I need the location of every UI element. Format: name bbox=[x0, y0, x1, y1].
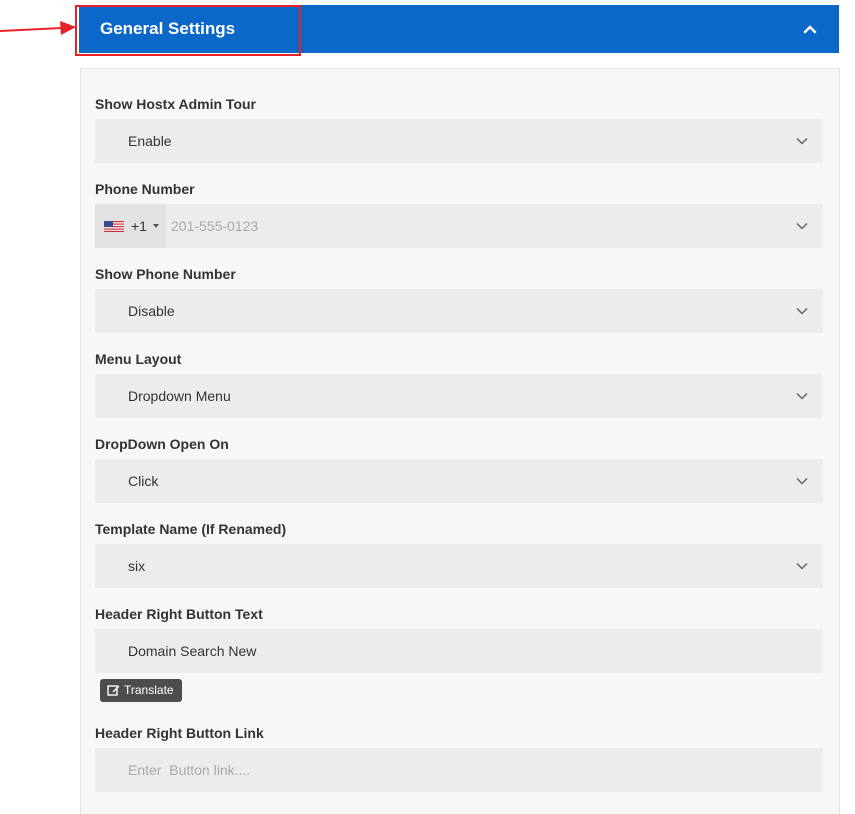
chevron-up-icon[interactable] bbox=[801, 20, 819, 38]
template-name-select[interactable]: six bbox=[95, 544, 823, 588]
chevron-down-icon bbox=[796, 477, 808, 485]
dropdown-open-label: DropDown Open On bbox=[95, 436, 229, 452]
chevron-down-icon bbox=[796, 562, 808, 570]
edit-icon bbox=[107, 685, 120, 696]
us-flag-icon bbox=[104, 221, 124, 232]
annotation-arrow-icon bbox=[0, 21, 76, 35]
show-phone-label: Show Phone Number bbox=[95, 266, 236, 282]
phone-number-input[interactable] bbox=[166, 204, 766, 248]
admin-tour-label: Show Hostx Admin Tour bbox=[95, 96, 256, 112]
template-name-label: Template Name (If Renamed) bbox=[95, 521, 287, 537]
phone-number-field: +1 bbox=[95, 204, 823, 248]
show-phone-select[interactable]: Disable bbox=[95, 289, 823, 333]
chevron-down-icon[interactable] bbox=[796, 220, 808, 232]
dial-code: +1 bbox=[131, 218, 147, 234]
admin-tour-select[interactable]: Enable bbox=[95, 119, 823, 163]
translate-button[interactable]: Translate bbox=[100, 679, 182, 702]
dropdown-open-select[interactable]: Click bbox=[95, 459, 823, 503]
header-button-link-input[interactable] bbox=[95, 748, 823, 792]
header-button-text-label: Header Right Button Text bbox=[95, 606, 263, 622]
highlight-annotation-box bbox=[75, 5, 301, 56]
header-button-text-input[interactable] bbox=[95, 629, 823, 673]
menu-layout-value: Dropdown Menu bbox=[128, 388, 231, 404]
country-code-selector[interactable]: +1 bbox=[95, 204, 166, 248]
chevron-down-icon bbox=[796, 392, 808, 400]
menu-layout-select[interactable]: Dropdown Menu bbox=[95, 374, 823, 418]
template-name-value: six bbox=[128, 558, 146, 574]
dropdown-open-value: Click bbox=[128, 473, 159, 489]
admin-tour-value: Enable bbox=[128, 133, 172, 149]
translate-label: Translate bbox=[124, 683, 174, 697]
chevron-down-icon bbox=[796, 137, 808, 145]
menu-layout-label: Menu Layout bbox=[95, 351, 182, 367]
chevron-down-icon bbox=[796, 307, 808, 315]
header-button-link-label: Header Right Button Link bbox=[95, 725, 264, 741]
caret-down-icon bbox=[153, 224, 159, 228]
show-phone-value: Disable bbox=[128, 303, 175, 319]
phone-number-label: Phone Number bbox=[95, 181, 195, 197]
